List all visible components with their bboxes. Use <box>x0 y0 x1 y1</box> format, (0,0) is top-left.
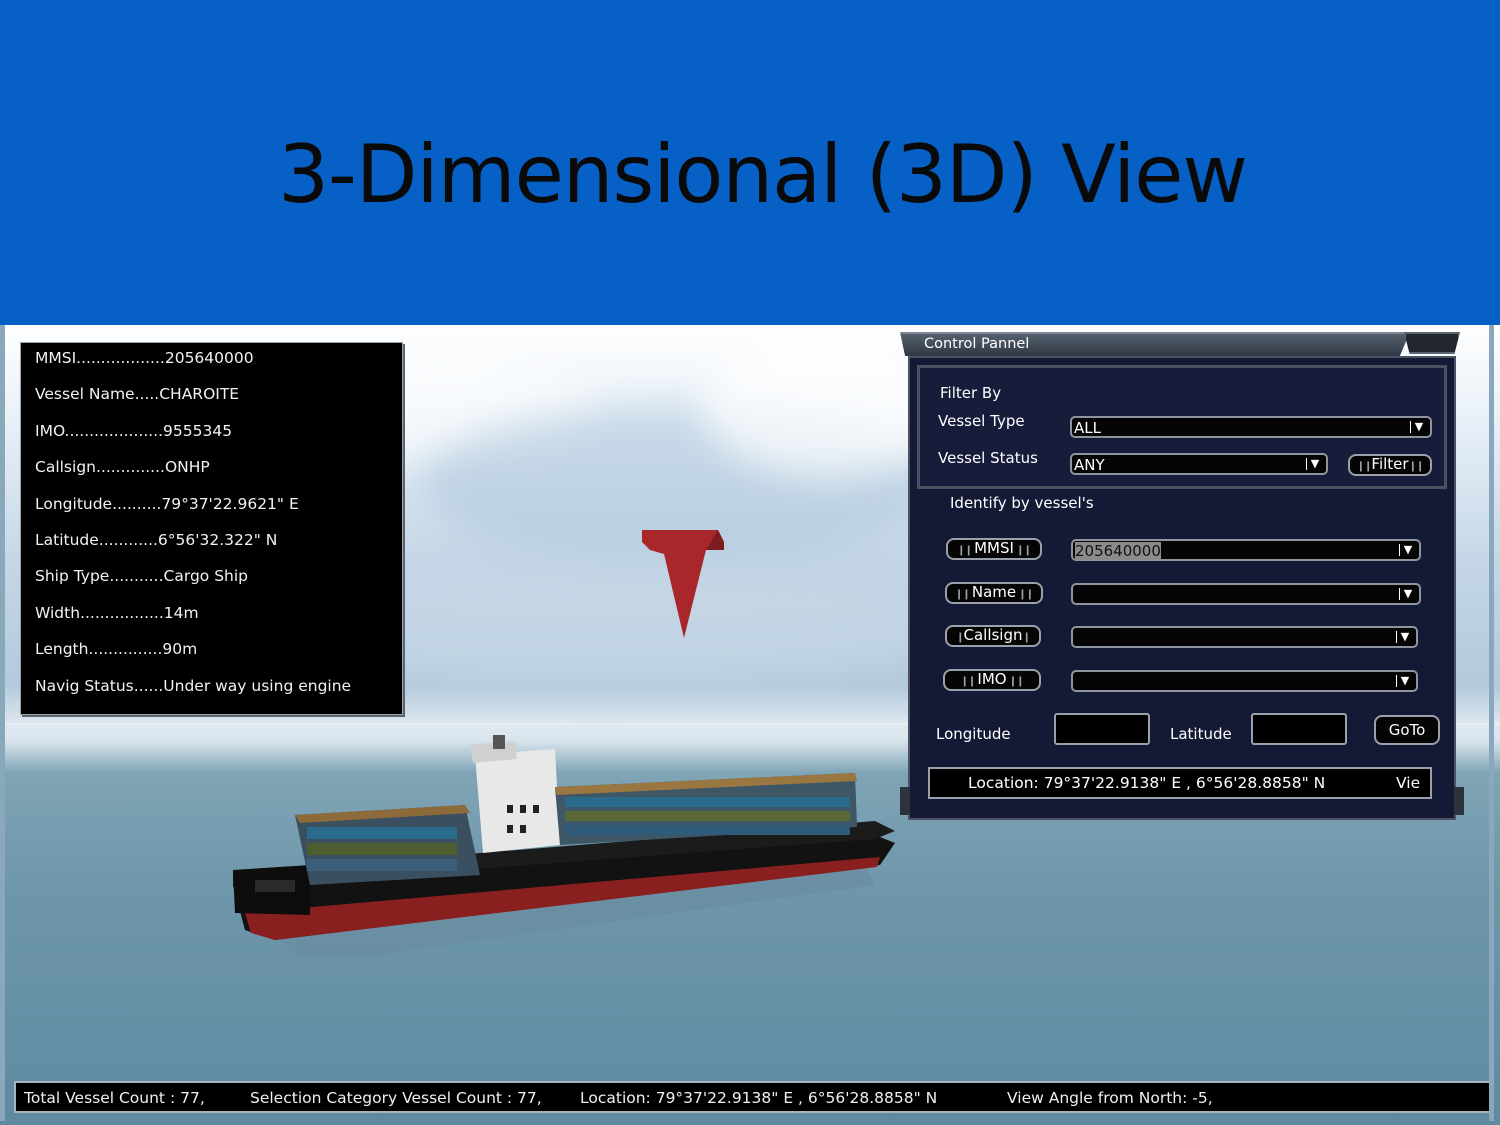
chevron-down-icon[interactable]: ▼ <box>1396 629 1414 645</box>
latitude-label: Latitude <box>1170 725 1232 743</box>
name-button-label: Name <box>971 583 1017 601</box>
longitude-label: Longitude <box>936 725 1011 743</box>
goto-button-label: GoTo <box>1388 721 1426 739</box>
vessel-3d-model[interactable] <box>215 735 905 955</box>
status-location: Location: 79°37'22.9138" E , 6°56'28.885… <box>580 1089 938 1107</box>
info-ship-type: Ship Type...........Cargo Ship <box>35 567 249 585</box>
chevron-down-icon[interactable]: ▼ <box>1399 586 1417 602</box>
chevron-down-icon[interactable]: ▼ <box>1396 673 1414 689</box>
panel-edge <box>1454 787 1464 815</box>
view-angle: View Angle from North: -5, <box>1007 1089 1213 1107</box>
callsign-select[interactable]: ▼ <box>1071 626 1418 648</box>
imo-select[interactable]: ▼ <box>1071 670 1418 692</box>
vessel-status-select[interactable]: ANY ▼ <box>1070 453 1328 475</box>
panel-collapse-button[interactable] <box>1404 332 1460 354</box>
slide-title: 3-Dimensional (3D) View <box>278 128 1248 221</box>
selection-vessel-count: Selection Category Vessel Count : 77, <box>250 1089 542 1107</box>
mmsi-button[interactable]: ❙❙ MMSI ❙❙ <box>946 538 1042 560</box>
filter-heading: Filter By <box>940 384 1002 402</box>
slide-title-band: 3-Dimensional (3D) View <box>0 0 1500 325</box>
filter-button-label: Filter <box>1371 455 1409 473</box>
info-callsign: Callsign..............ONHP <box>35 458 210 476</box>
info-length: Length...............90m <box>35 640 198 658</box>
info-imo: IMO....................9555345 <box>35 422 233 440</box>
mmsi-button-label: MMSI <box>974 539 1014 557</box>
status-bar: Total Vessel Count : 77, Selection Categ… <box>14 1081 1492 1113</box>
vessel-type-label: Vessel Type <box>938 412 1025 430</box>
3d-viewport[interactable]: MMSI..................205640000 Vessel N… <box>0 325 1500 1125</box>
control-panel-title: Control Pannel <box>924 336 1030 352</box>
panel-location-text: Location: 79°37'22.9138" E , 6°56'28.885… <box>968 774 1326 792</box>
name-select[interactable]: ▼ <box>1071 583 1421 605</box>
panel-location-bar: Location: 79°37'22.9138" E , 6°56'28.885… <box>928 767 1432 799</box>
goto-button[interactable]: GoTo <box>1374 715 1440 745</box>
info-longitude: Longitude..........79°37'22.9621" E <box>35 495 299 513</box>
control-panel-body: Filter By Vessel Type ALL ▼ Vessel Statu… <box>908 356 1456 820</box>
info-vessel-name: Vessel Name.....CHAROITE <box>35 385 240 403</box>
chevron-down-icon[interactable]: ▼ <box>1306 456 1324 472</box>
latitude-input[interactable] <box>1251 713 1347 745</box>
identify-heading: Identify by vessel's <box>950 494 1094 512</box>
info-latitude: Latitude............6°56'32.322" N <box>35 531 278 549</box>
vessel-info-panel: MMSI..................205640000 Vessel N… <box>20 342 403 715</box>
callsign-button[interactable]: ❙Callsign❙ <box>945 625 1041 647</box>
selection-marker-icon <box>642 530 724 638</box>
control-panel-titlebar[interactable]: Control Pannel <box>900 332 1410 356</box>
chevron-down-icon[interactable]: ▼ <box>1410 419 1428 435</box>
panel-view-label: Vie <box>1396 774 1421 792</box>
info-mmsi: MMSI..................205640000 <box>35 349 254 367</box>
vessel-status-value: ANY <box>1074 456 1105 474</box>
callsign-button-label: Callsign <box>963 626 1023 644</box>
vessel-type-value: ALL <box>1074 419 1101 437</box>
chevron-down-icon[interactable]: ▼ <box>1399 542 1417 558</box>
panel-edge <box>900 787 910 815</box>
info-width: Width.................14m <box>35 604 199 622</box>
control-panel: Control Pannel Filter By Vessel Type ALL… <box>900 332 1464 820</box>
filter-group: Filter By Vessel Type ALL ▼ Vessel Statu… <box>917 365 1447 489</box>
vessel-type-select[interactable]: ALL ▼ <box>1070 416 1432 438</box>
name-button[interactable]: ❙❙ Name ❙❙ <box>945 582 1043 604</box>
total-vessel-count: Total Vessel Count : 77, <box>24 1089 205 1107</box>
mmsi-select[interactable]: 205640000 ▼ <box>1071 539 1421 561</box>
longitude-input[interactable] <box>1054 713 1150 745</box>
info-navig-status: Navig Status......Under way using engine <box>35 677 352 695</box>
mmsi-value[interactable]: 205640000 <box>1075 542 1161 560</box>
imo-button-label: IMO <box>977 670 1007 688</box>
vessel-status-label: Vessel Status <box>938 449 1038 467</box>
filter-button[interactable]: ❙❙Filter❙❙ <box>1348 454 1432 476</box>
imo-button[interactable]: ❙❙ IMO ❙❙ <box>943 669 1041 691</box>
